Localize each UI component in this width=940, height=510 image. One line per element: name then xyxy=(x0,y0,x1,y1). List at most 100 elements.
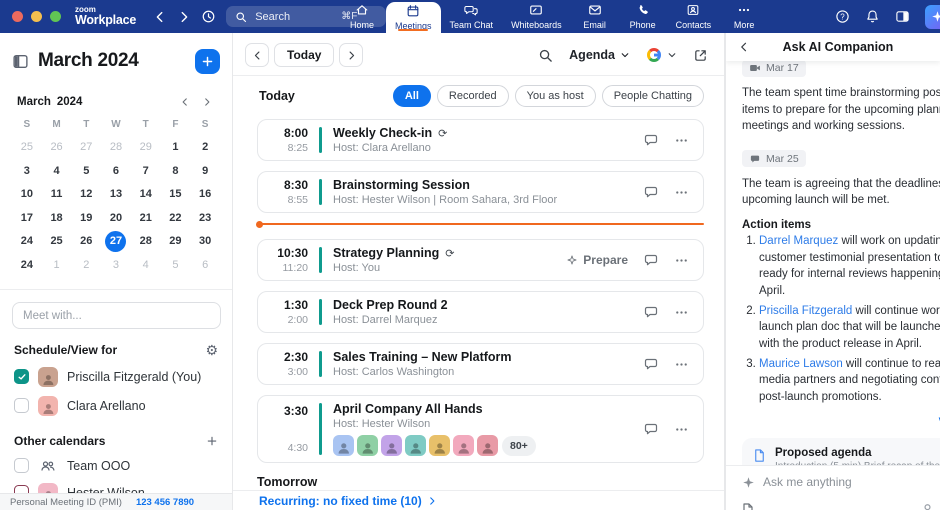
tab-phone[interactable]: Phone xyxy=(619,0,667,33)
calendar-day[interactable]: 10 xyxy=(12,183,42,207)
calendar-day[interactable]: 6 xyxy=(190,254,220,278)
meeting-card[interactable]: 8:308:55 Brainstorming Session Host: Hes… xyxy=(257,171,704,213)
minimize-window-button[interactable] xyxy=(31,11,42,22)
prepare-button[interactable]: Prepare xyxy=(566,248,628,272)
calendar-day[interactable]: 7 xyxy=(131,160,161,184)
today-button[interactable]: Today xyxy=(274,43,334,67)
attach-file-icon[interactable] xyxy=(740,502,756,510)
chat-bubble-icon[interactable] xyxy=(643,356,659,372)
more-options-icon[interactable] xyxy=(674,422,689,437)
more-options-icon[interactable] xyxy=(674,357,689,372)
calendar-person-row[interactable]: Clara Arellano xyxy=(0,391,232,420)
open-external-icon[interactable] xyxy=(693,48,708,63)
calendar-day[interactable]: 22 xyxy=(161,207,191,231)
chat-bubble-icon[interactable] xyxy=(643,421,659,437)
calendar-day[interactable]: 27 xyxy=(101,230,131,254)
calendar-day[interactable]: 24 xyxy=(12,230,42,254)
calendar-day[interactable]: 18 xyxy=(42,207,72,231)
calendar-day[interactable]: 25 xyxy=(42,230,72,254)
calendar-checkbox-checked[interactable] xyxy=(14,369,29,384)
calendar-day[interactable]: 26 xyxy=(42,136,72,160)
forward-button[interactable] xyxy=(172,5,196,29)
calendar-day[interactable]: 25 xyxy=(12,136,42,160)
calendar-day[interactable]: 8 xyxy=(161,160,191,184)
calendar-day[interactable]: 13 xyxy=(101,183,131,207)
chat-bubble-icon[interactable] xyxy=(643,184,659,200)
person-link[interactable]: Darrel Marquez xyxy=(759,235,838,247)
back-button[interactable] xyxy=(148,5,172,29)
maximize-window-button[interactable] xyxy=(50,11,61,22)
settings-gear-icon[interactable]: ⚙ xyxy=(205,343,218,357)
tab-whiteboards[interactable]: Whiteboards xyxy=(502,0,571,33)
meeting-card[interactable]: 10:3011:20 Strategy Planning⟳ Host: You … xyxy=(257,239,704,281)
filter-pill[interactable]: People Chatting xyxy=(602,85,704,107)
google-calendar-select[interactable] xyxy=(646,47,677,63)
filter-pill[interactable]: Recorded xyxy=(437,85,509,107)
history-button[interactable] xyxy=(196,5,220,29)
meeting-card[interactable]: 2:303:00 Sales Training – New Platform H… xyxy=(257,343,704,385)
calendar-day[interactable]: 15 xyxy=(161,183,191,207)
tab-home[interactable]: Home xyxy=(338,0,386,33)
tab-more[interactable]: More xyxy=(720,0,768,33)
notifications-bell-icon[interactable] xyxy=(865,9,880,24)
calendar-day[interactable]: 3 xyxy=(12,160,42,184)
prev-day-button[interactable] xyxy=(245,43,269,67)
calendar-person-row[interactable]: Priscilla Fitzgerald (You) xyxy=(0,362,232,391)
calendar-day[interactable]: 12 xyxy=(71,183,101,207)
calendar-day[interactable]: 3 xyxy=(101,254,131,278)
close-window-button[interactable] xyxy=(12,11,23,22)
calendar-day[interactable]: 1 xyxy=(161,136,191,160)
calendar-day[interactable]: 11 xyxy=(42,183,72,207)
more-options-icon[interactable] xyxy=(674,305,689,320)
ai-companion-button[interactable] xyxy=(925,5,940,29)
calendar-day[interactable]: 5 xyxy=(161,254,191,278)
next-month-button[interactable] xyxy=(199,94,215,110)
calendar-day[interactable]: 27 xyxy=(71,136,101,160)
tab-contacts[interactable]: Contacts xyxy=(667,0,721,33)
new-meeting-button[interactable] xyxy=(195,49,220,74)
calendar-day[interactable]: 26 xyxy=(71,230,101,254)
calendar-day[interactable]: 6 xyxy=(101,160,131,184)
panel-toggle-icon[interactable] xyxy=(895,9,910,24)
more-options-icon[interactable] xyxy=(674,253,689,268)
calendar-day[interactable]: 29 xyxy=(131,136,161,160)
more-options-icon[interactable] xyxy=(674,133,689,148)
meeting-card[interactable]: 3:304:30 April Company All Hands Host: H… xyxy=(257,395,704,463)
calendar-day[interactable]: 20 xyxy=(101,207,131,231)
person-link[interactable]: Maurice Lawson xyxy=(759,358,843,370)
person-link[interactable]: Priscilla Fitzgerald xyxy=(759,305,852,317)
calendar-day[interactable]: 19 xyxy=(71,207,101,231)
prev-month-button[interactable] xyxy=(177,94,193,110)
chat-bubble-icon[interactable] xyxy=(643,132,659,148)
calendar-day[interactable]: 23 xyxy=(190,207,220,231)
calendar-day[interactable]: 17 xyxy=(12,207,42,231)
meeting-card[interactable]: 1:302:00 Deck Prep Round 2 Host: Darrel … xyxy=(257,291,704,333)
calendar-day[interactable]: 24 xyxy=(12,254,42,278)
next-day-button[interactable] xyxy=(339,43,363,67)
view-mode-select[interactable]: Agenda xyxy=(569,48,630,62)
search-input[interactable] xyxy=(253,10,335,24)
panel-back-button[interactable] xyxy=(726,41,754,53)
meeting-card[interactable]: 8:008:25 Weekly Check-in⟳ Host: Clara Ar… xyxy=(257,119,704,161)
chat-bubble-icon[interactable] xyxy=(643,304,659,320)
attendee-overflow-badge[interactable]: 80+ xyxy=(502,436,536,456)
calendar-day[interactable]: 4 xyxy=(42,160,72,184)
collapse-sidebar-button[interactable] xyxy=(12,53,29,70)
calendar-day[interactable]: 30 xyxy=(190,230,220,254)
tab-meetings[interactable]: Meetings xyxy=(386,2,441,33)
calendar-day[interactable]: 28 xyxy=(101,136,131,160)
calendar-day[interactable]: 29 xyxy=(161,230,191,254)
help-icon[interactable]: ? xyxy=(835,9,850,24)
pmi-value[interactable]: 123 456 7890 xyxy=(136,497,194,508)
calendar-day[interactable]: 4 xyxy=(131,254,161,278)
calendar-day[interactable]: 2 xyxy=(71,254,101,278)
calendar-day[interactable]: 16 xyxy=(190,183,220,207)
calendar-day[interactable]: 9 xyxy=(190,160,220,184)
calendar-day[interactable]: 2 xyxy=(190,136,220,160)
calendar-day[interactable]: 5 xyxy=(71,160,101,184)
calendar-checkbox[interactable] xyxy=(14,398,29,413)
more-options-icon[interactable] xyxy=(674,185,689,200)
agenda-search-icon[interactable] xyxy=(538,48,553,63)
calendar-day[interactable]: 14 xyxy=(131,183,161,207)
tab-email[interactable]: Email xyxy=(571,0,619,33)
